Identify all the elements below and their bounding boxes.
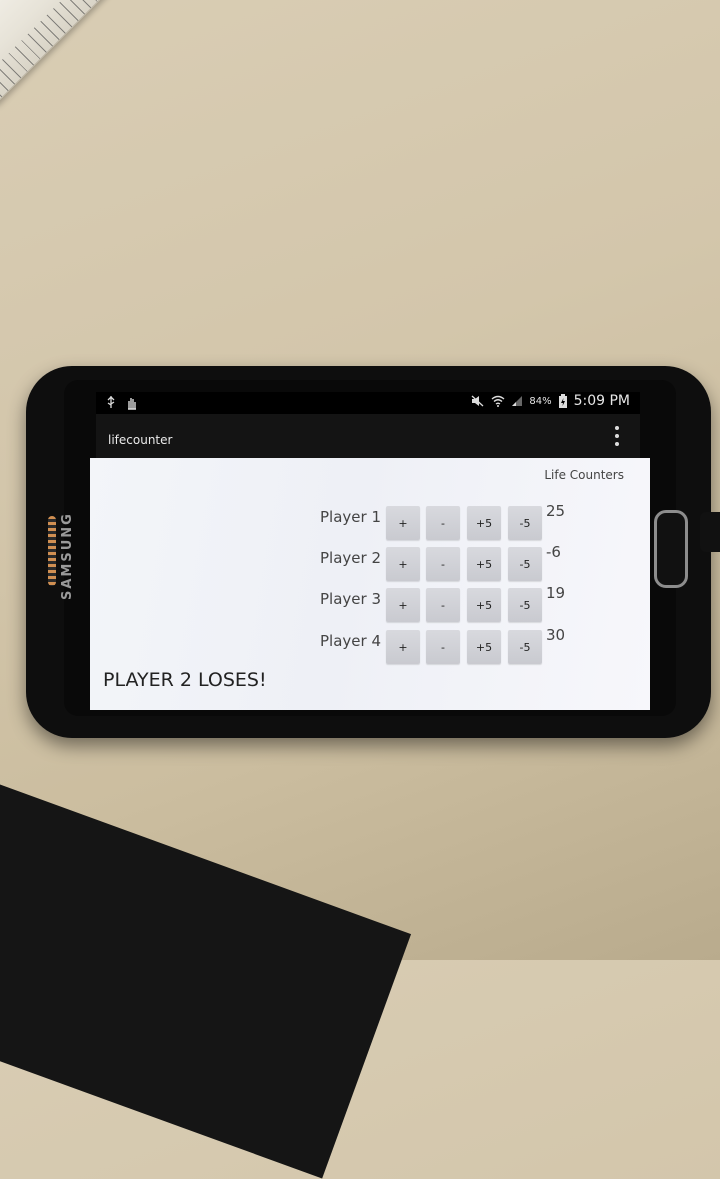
speaker-grille <box>48 516 56 586</box>
decrement-button[interactable]: - <box>426 588 460 622</box>
section-title: Life Counters <box>544 468 624 482</box>
usb-icon <box>107 395 115 408</box>
dark-object <box>0 770 412 1179</box>
life-value: 25 <box>546 502 566 520</box>
increment-5-button[interactable]: +5 <box>467 506 501 540</box>
increment-button[interactable]: + <box>386 547 420 581</box>
app-title: lifecounter <box>108 433 173 447</box>
ruler-ticks <box>0 0 293 104</box>
status-left-icons <box>106 395 138 410</box>
home-button[interactable] <box>654 510 688 588</box>
increment-button[interactable]: + <box>386 588 420 622</box>
app-content: Life Counters Player 1 + - +5 -5 25 Play… <box>90 458 650 710</box>
player-name: Player 1 <box>320 508 381 526</box>
ruler <box>0 0 294 106</box>
increment-5-button[interactable]: +5 <box>467 588 501 622</box>
life-value: 30 <box>546 626 566 644</box>
status-time: 5:09 PM <box>573 393 630 409</box>
increment-button[interactable]: + <box>386 506 420 540</box>
overflow-menu-icon[interactable] <box>612 426 622 446</box>
increment-5-button[interactable]: +5 <box>467 547 501 581</box>
player-name: Player 2 <box>320 549 381 567</box>
life-value: -6 <box>546 543 561 561</box>
action-bar: lifecounter <box>96 414 640 458</box>
life-value: 19 <box>546 584 566 602</box>
brand-label: SAMSUNG <box>60 512 75 600</box>
decrement-button[interactable]: - <box>426 630 460 664</box>
increment-5-button[interactable]: +5 <box>467 630 501 664</box>
decrement-button[interactable]: - <box>426 547 460 581</box>
status-bar: 84% 5:09 PM <box>96 392 640 414</box>
increment-button[interactable]: + <box>386 630 420 664</box>
wifi-icon <box>491 395 505 407</box>
player-name: Player 3 <box>320 590 381 608</box>
decrement-5-button[interactable]: -5 <box>508 547 542 581</box>
status-right-icons: 84% 5:09 PM <box>471 393 630 409</box>
hand-icon <box>127 397 136 410</box>
player-name: Player 4 <box>320 632 381 650</box>
mute-icon <box>471 395 484 407</box>
decrement-5-button[interactable]: -5 <box>508 506 542 540</box>
decrement-5-button[interactable]: -5 <box>508 630 542 664</box>
battery-icon <box>558 394 567 408</box>
battery-percent: 84% <box>529 395 552 407</box>
signal-icon <box>512 396 523 406</box>
usb-cable <box>700 512 720 552</box>
decrement-5-button[interactable]: -5 <box>508 588 542 622</box>
decrement-button[interactable]: - <box>426 506 460 540</box>
lose-message: PLAYER 2 LOSES! <box>103 669 267 691</box>
